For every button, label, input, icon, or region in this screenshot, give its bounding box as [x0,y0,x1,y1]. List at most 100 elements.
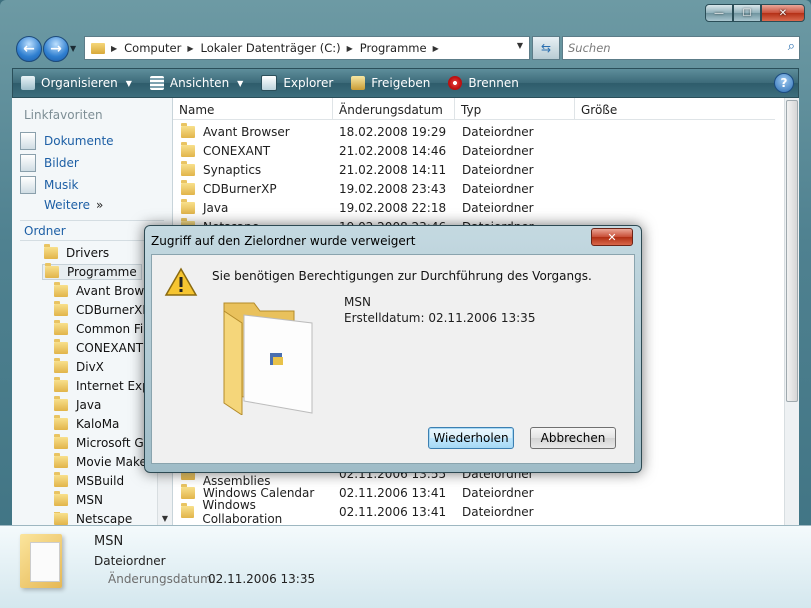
caption-buttons: — ☐ ✕ [705,4,805,22]
burn-button[interactable]: Brennen [448,76,519,90]
search-input[interactable]: Suchen ⌕ [562,36,800,60]
views-button[interactable]: Ansichten ▼ [149,76,244,90]
refresh-button[interactable]: ⇆ [532,36,560,60]
folder-icon [54,512,68,525]
chevron-down-icon: ▼ [125,78,132,88]
double-chevron-icon: » [96,198,104,212]
table-row[interactable]: Java 19.02.2008 22:18 Dateiordner [181,198,783,217]
search-icon[interactable]: ⌕ [788,39,795,54]
address-dropdown[interactable]: ▼ [517,41,523,50]
maximize-button[interactable]: ☐ [733,4,761,22]
tree-item-label: MSN [76,493,103,507]
tree-item-divx[interactable]: DivX [54,358,104,374]
table-row[interactable]: CDBurnerXP 19.02.2008 23:43 Dateiordner [181,179,783,198]
burn-icon [448,76,463,90]
file-date: 18.02.2008 19:29 [339,124,447,139]
dialog-title: Zugriff auf den Zielordner wurde verweig… [151,234,416,248]
back-button[interactable]: ← [16,36,42,62]
breadcrumb-computer[interactable]: Computer [124,41,181,55]
folder-icon [54,434,68,449]
table-row[interactable]: CONEXANT 21.02.2008 14:46 Dateiordner [181,141,783,160]
dialog-message: Sie benötigen Berechtigungen zur Durchfü… [212,269,592,283]
column-header-name[interactable]: Name [173,98,333,120]
tree-item-drivers[interactable]: Drivers [44,244,109,260]
share-label: Freigeben [371,76,431,90]
tree-item-programme[interactable]: Programme [42,263,142,280]
file-type: Dateiordner [462,143,534,158]
file-list-scroll-thumb[interactable] [786,100,798,402]
chevron-right-icon[interactable]: ▶ [347,44,353,53]
breadcrumb-programme[interactable]: Programme [360,41,427,55]
tree-item-conexant[interactable]: CONEXANT [54,339,143,355]
scroll-down-arrow-icon[interactable]: ▼ [158,514,172,523]
table-row[interactable]: Avant Browser 18.02.2008 19:29 Dateiordner [181,122,783,141]
tree-item-label: CDBurnerXP [76,303,150,317]
chevron-right-icon[interactable]: ▶ [433,44,439,53]
tree-item-netscape[interactable]: Netscape [54,512,132,525]
favorite-documents[interactable]: Dokumente [20,132,114,150]
column-header-type[interactable]: Typ [455,98,575,120]
folder-icon [54,282,68,297]
favorite-label: Dokumente [44,134,114,148]
tree-item-label: MSBuild [76,474,125,488]
folder-icon [54,491,68,506]
favorite-music[interactable]: Musik [20,176,79,194]
favorite-label: Bilder [44,156,79,170]
cancel-button[interactable]: Abbrechen [530,427,616,449]
chevron-right-icon[interactable]: ▶ [111,44,117,53]
file-type: Dateiordner [462,504,534,519]
file-date: 21.02.2008 14:46 [339,143,447,158]
organize-button[interactable]: Organisieren ▼ [21,76,132,90]
folder-icon [181,502,195,518]
address-bar[interactable]: ▶ Computer ▶ Lokaler Datenträger (C:) ▶ … [84,36,530,60]
tree-item-label: Movie Maker [76,455,152,469]
documents-icon [20,132,36,150]
column-header-date[interactable]: Änderungsdatum [333,98,455,120]
chevron-down-icon: ▼ [237,78,244,88]
warning-icon [164,267,198,296]
file-name: Windows Collaboration [202,497,283,526]
retry-button[interactable]: Wiederholen [428,427,514,449]
file-name: CDBurnerXP [203,181,277,196]
dialog-close-button[interactable]: ✕ [591,228,633,246]
share-button[interactable]: Freigeben [351,76,430,90]
minimize-button[interactable]: — [705,4,733,22]
command-toolbar: Organisieren ▼ Ansichten ▼ Explorer Freige… [12,68,799,98]
file-list-scrollbar[interactable] [784,98,799,525]
folder-icon [54,377,68,392]
more-label: Weitere [44,198,91,212]
folder-icon [54,301,68,316]
tree-item-movie-maker[interactable]: Movie Maker [54,453,152,469]
explorer-icon [261,75,278,91]
recent-pages-dropdown[interactable]: ▼ [70,44,76,53]
forward-button[interactable]: → [43,36,69,62]
explorer-button[interactable]: Explorer [261,75,333,91]
file-date: 19.02.2008 22:18 [339,200,447,215]
column-header-size[interactable]: Größe [575,98,775,120]
tree-item-msbuild[interactable]: MSBuild [54,472,125,488]
tree-item-java[interactable]: Java [54,396,102,412]
dialog-item-created: Erstelldatum: 02.11.2006 13:35 [344,311,536,325]
help-button[interactable]: ? [774,73,794,93]
file-date: 21.02.2008 14:11 [339,162,447,177]
favorite-label: Musik [44,178,79,192]
favorite-pictures[interactable]: Bilder [20,154,79,172]
file-date: 02.11.2006 13:41 [339,504,447,519]
tree-item-msn[interactable]: MSN [54,491,103,507]
folder-icon [45,263,59,278]
table-row[interactable]: Windows Collaboration 02.11.2006 13:41 Dat… [181,498,783,526]
table-row[interactable]: Synaptics 21.02.2008 14:11 Dateiordner [181,160,783,179]
breadcrumb-local-disk[interactable]: Lokaler Datenträger (C:) [200,41,340,55]
folders-header[interactable]: Ordner [24,224,66,238]
chevron-right-icon[interactable]: ▶ [187,44,193,53]
tree-item-kaloma[interactable]: KaloMa [54,415,119,431]
tree-item-cdburnerxp[interactable]: CDBurnerXP [54,301,150,317]
folder-icon [181,198,195,214]
close-button[interactable]: ✕ [761,4,805,22]
folder-icon [54,396,68,411]
folder-icon [20,534,62,588]
tree-item-label: Java [76,398,102,412]
file-type: Dateiordner [462,200,534,215]
folder-icon [91,42,105,54]
favorites-more-link[interactable]: Weitere » [44,198,103,212]
